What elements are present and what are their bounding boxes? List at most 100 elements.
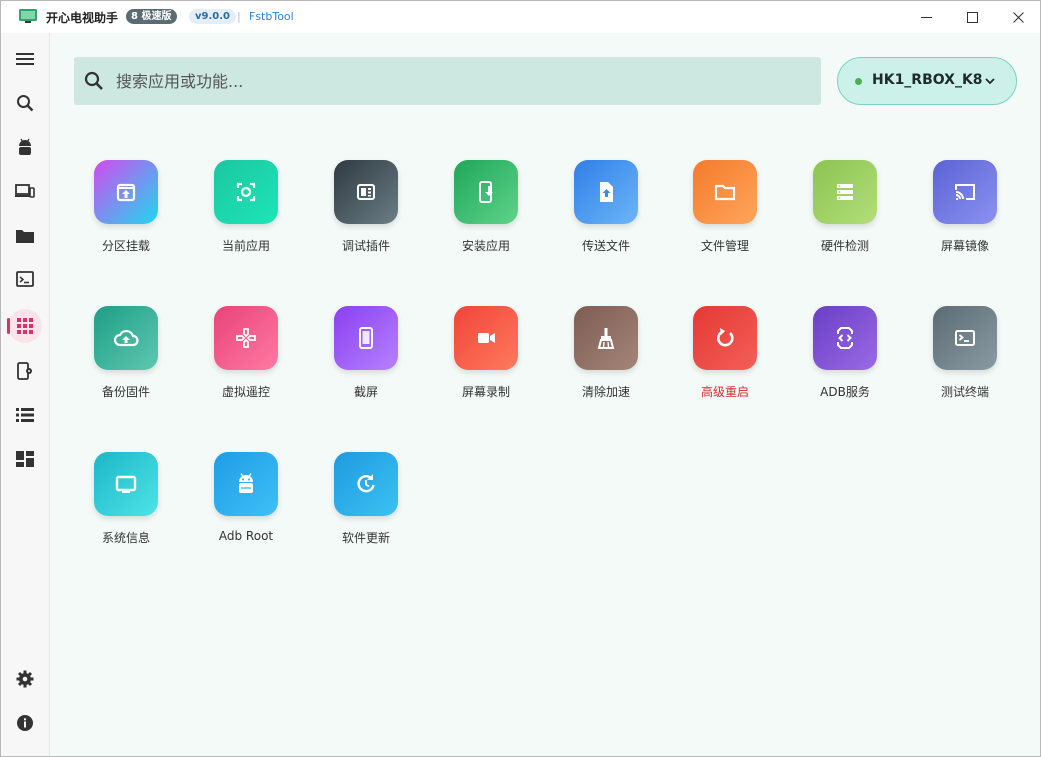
tool-name: FstbTool (249, 10, 294, 23)
version-badge: v9.0.0 (189, 9, 236, 24)
apps-grid-icon (17, 318, 33, 334)
app-tile-screen-record[interactable]: 屏幕录制 (426, 306, 546, 416)
app-tile-label: 安装应用 (461, 239, 510, 253)
app-tile-send-file[interactable]: 传送文件 (546, 160, 666, 270)
sidebar-item-search[interactable] (8, 86, 42, 120)
app-tile-screenshot[interactable]: 截屏 (306, 306, 426, 416)
software-update-icon (334, 452, 398, 516)
hardware-check-icon (813, 160, 877, 224)
search-icon (84, 71, 103, 90)
app-tile-system-info[interactable]: 系统信息 (66, 452, 186, 562)
app-tile-label: 硬件检测 (820, 239, 869, 253)
app-tile-label: 当前应用 (221, 239, 270, 253)
app-window: 开心电视助手 8 极速版 v9.0.0 | FstbTool 搜索应用或功能..… (0, 0, 1041, 757)
sidebar-item-devices[interactable] (8, 174, 42, 208)
dashboard-icon (16, 451, 34, 467)
app-tile-label: 清除加速 (581, 385, 630, 399)
minimize-icon (920, 16, 932, 18)
app-tile-partition-mount[interactable]: 分区挂载 (66, 160, 186, 270)
app-tile-screen-mirror[interactable]: 屏幕镜像 (905, 160, 1025, 270)
phone-settings-icon (17, 362, 32, 380)
settings-icon (16, 670, 34, 688)
clean-boost-icon (574, 306, 638, 370)
search-input[interactable] (116, 57, 806, 105)
sidebar-item-settings[interactable] (8, 662, 42, 696)
app-tile-label: 备份固件 (101, 385, 150, 399)
app-tile-label: 传送文件 (581, 239, 630, 253)
app-tile-label: 虚拟遥控 (221, 385, 270, 399)
device-status-dot (855, 78, 862, 85)
device-name: HK1_RBOX_K8 (872, 72, 983, 88)
app-tile-label: 文件管理 (700, 239, 749, 253)
folder-icon (16, 229, 34, 243)
system-info-icon (94, 452, 158, 516)
menu-icon (16, 53, 34, 65)
close-icon (1012, 11, 1024, 23)
sidebar-item-list[interactable] (8, 398, 42, 432)
app-tile-backup-firmware[interactable]: 备份固件 (66, 306, 186, 416)
screen-record-icon (454, 306, 518, 370)
sidebar-item-info[interactable] (8, 706, 42, 740)
app-tile-advanced-reboot[interactable]: 高级重启 (665, 306, 785, 416)
app-tile-label: ADB服务 (820, 385, 870, 399)
test-terminal-icon (933, 306, 997, 370)
sidebar-item-phone-settings[interactable] (8, 354, 42, 388)
sidebar-item-apps[interactable] (7, 309, 42, 343)
app-tile-adb-service[interactable]: ADB服务 (785, 306, 905, 416)
app-tile-debug-plugin[interactable]: 调试插件 (306, 160, 426, 270)
app-tile-label: 软件更新 (341, 531, 390, 545)
app-tile-adb-root[interactable]: Adb Root (186, 452, 306, 562)
device-selector[interactable]: HK1_RBOX_K8 (837, 57, 1017, 105)
devices-icon (15, 184, 35, 198)
app-tile-clean-boost[interactable]: 清除加速 (546, 306, 666, 416)
sidebar-item-menu[interactable] (8, 42, 42, 76)
app-tile-hardware-check[interactable]: 硬件检测 (785, 160, 905, 270)
advanced-reboot-icon (693, 306, 757, 370)
chevron-down-icon (985, 78, 995, 85)
app-tile-label: 屏幕录制 (461, 385, 510, 399)
close-button[interactable] (995, 1, 1040, 33)
sidebar-item-dashboard[interactable] (8, 442, 42, 476)
app-title: 开心电视助手 (46, 11, 119, 25)
app-tile-label: Adb Root (218, 529, 274, 543)
file-manager-icon (693, 160, 757, 224)
app-tile-current-app[interactable]: 当前应用 (186, 160, 306, 270)
app-tile-label: 高级重启 (700, 385, 749, 399)
search-icon (17, 95, 34, 112)
title-bar: 开心电视助手 8 极速版 v9.0.0 | FstbTool (1, 1, 1040, 33)
title-separator: | (237, 10, 241, 23)
app-tile-test-terminal[interactable]: 测试终端 (905, 306, 1025, 416)
screen-mirror-icon (933, 160, 997, 224)
app-tile-label: 截屏 (353, 385, 378, 399)
maximize-button[interactable] (949, 1, 995, 33)
app-tile-label: 分区挂载 (101, 239, 150, 253)
app-tile-file-manager[interactable]: 文件管理 (665, 160, 785, 270)
app-tile-install-app[interactable]: 安装应用 (426, 160, 546, 270)
minimize-button[interactable] (903, 1, 949, 33)
app-tile-label: 系统信息 (101, 531, 150, 545)
app-tile-label: 测试终端 (940, 385, 989, 399)
sidebar-item-files[interactable] (8, 218, 42, 252)
app-tile-label: 屏幕镜像 (940, 239, 989, 253)
app-tile-software-update[interactable]: 软件更新 (306, 452, 426, 562)
app-logo-icon (19, 9, 37, 23)
debug-plugin-icon (334, 160, 398, 224)
send-file-icon (574, 160, 638, 224)
sidebar-item-android[interactable] (8, 130, 42, 164)
current-app-icon (214, 160, 278, 224)
edition-badge: 8 极速版 (126, 9, 178, 24)
partition-mount-icon (94, 160, 158, 224)
terminal-icon (16, 271, 34, 287)
screenshot-icon (334, 306, 398, 370)
sidebar-item-terminal[interactable] (8, 262, 42, 296)
app-tile-label: 调试插件 (341, 239, 390, 253)
maximize-icon (966, 11, 978, 23)
search-bar[interactable] (74, 57, 821, 105)
android-icon (19, 138, 31, 155)
sidebar (1, 33, 50, 756)
virtual-remote-icon (214, 306, 278, 370)
app-tile-virtual-remote[interactable]: 虚拟遥控 (186, 306, 306, 416)
backup-firmware-icon (94, 306, 158, 370)
install-app-icon (454, 160, 518, 224)
list-icon (16, 408, 34, 422)
